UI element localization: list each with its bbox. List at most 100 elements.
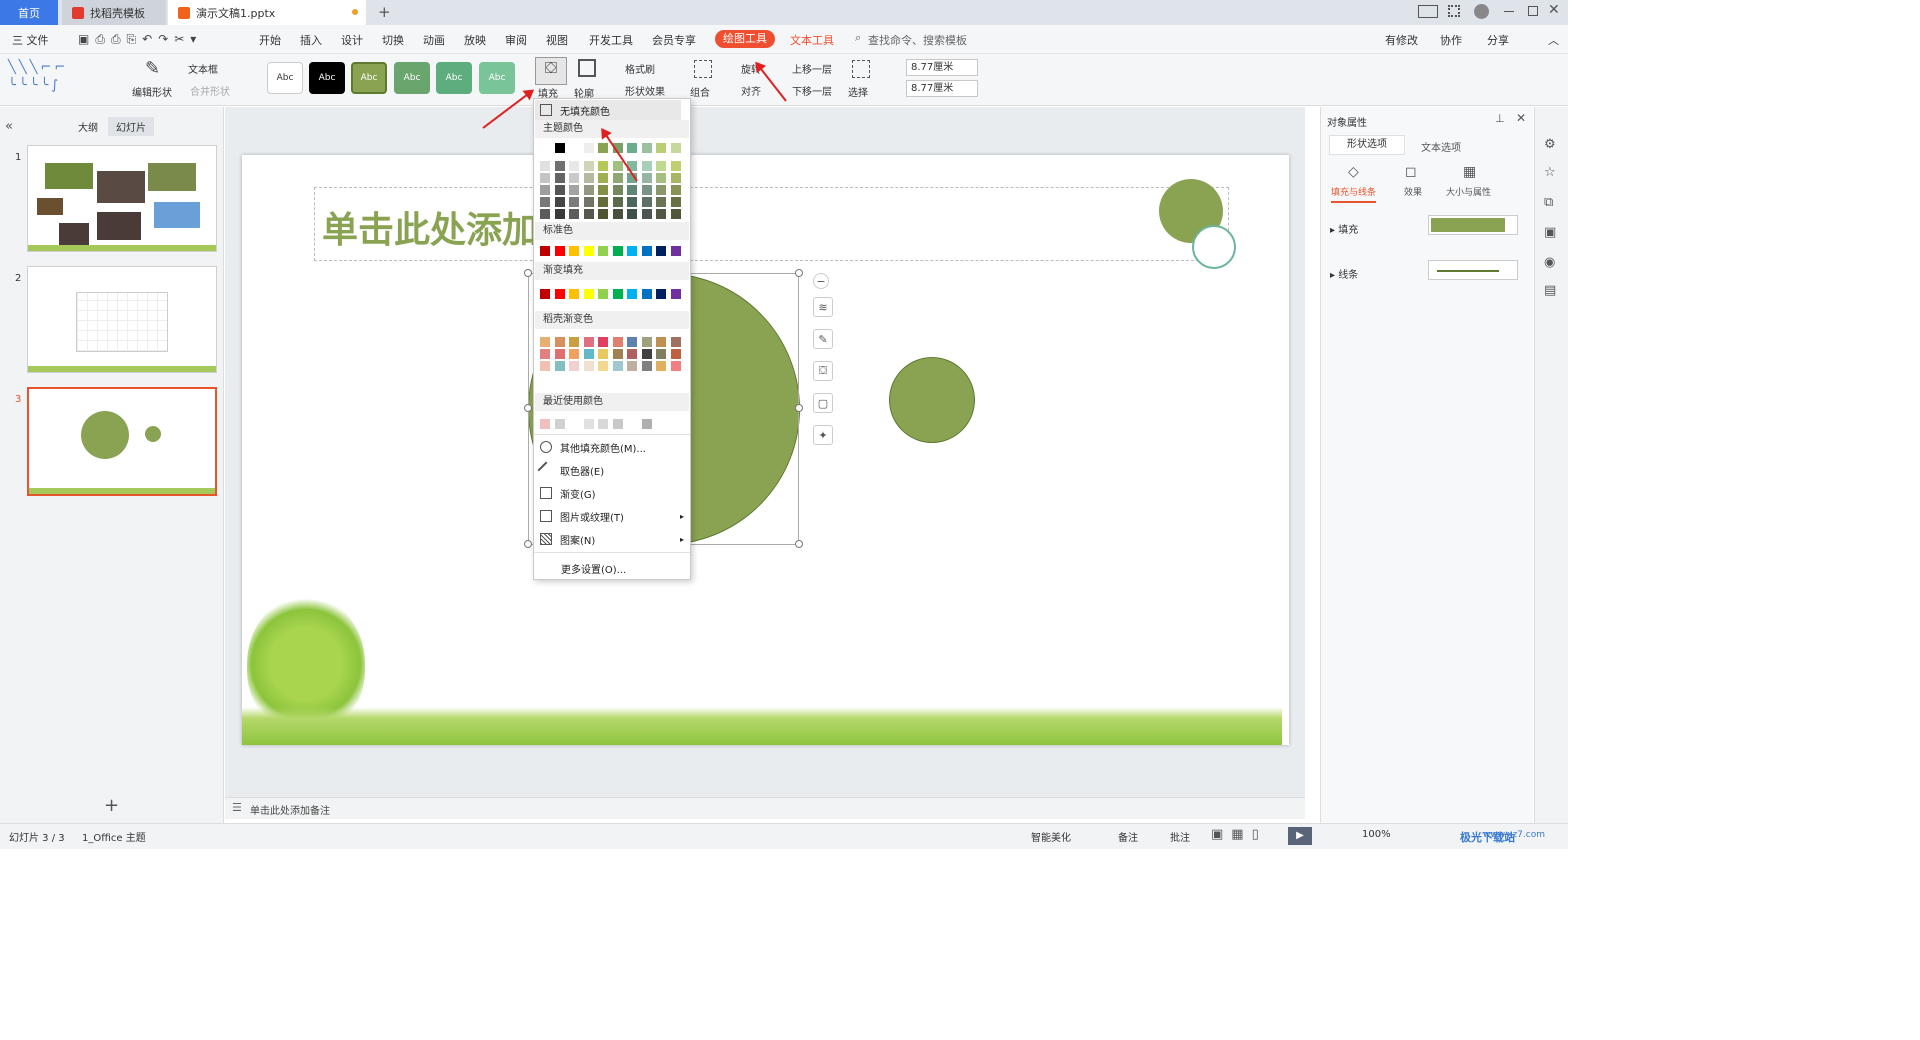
fill-bucket-icon[interactable]: ⛋ — [535, 57, 567, 85]
slides-tab[interactable]: 幻灯片 — [108, 117, 154, 136]
select-button[interactable]: 选择 — [848, 84, 868, 99]
color-swatch[interactable] — [641, 361, 652, 371]
subtab-effect[interactable]: 效果 — [1404, 185, 1422, 198]
color-swatch[interactable] — [627, 197, 637, 207]
color-swatch[interactable] — [627, 209, 637, 219]
color-swatch[interactable] — [641, 337, 652, 347]
view-mode-icons[interactable]: ▣▦▯ — [1211, 827, 1267, 842]
color-swatch[interactable] — [598, 361, 608, 371]
color-swatch[interactable] — [670, 246, 681, 256]
color-swatch[interactable] — [583, 143, 594, 153]
notes-bar[interactable]: ☰ 单击此处添加备注 — [225, 797, 1305, 819]
color-swatch[interactable] — [612, 185, 623, 195]
resize-handle[interactable] — [795, 269, 803, 277]
color-swatch[interactable] — [540, 161, 550, 171]
color-swatch[interactable] — [554, 173, 565, 183]
eyedropper-option[interactable]: 取色器(E) — [537, 460, 604, 480]
color-swatch[interactable] — [656, 337, 666, 347]
color-swatch[interactable] — [670, 337, 681, 347]
color-swatch[interactable] — [583, 361, 594, 371]
menu-member[interactable]: 会员专享 — [652, 32, 696, 48]
play-icon[interactable]: ▶ — [1288, 827, 1312, 845]
color-swatch[interactable] — [569, 246, 579, 256]
add-slide-button[interactable]: + — [104, 795, 119, 816]
properties-icon[interactable]: ⚙ — [1544, 137, 1556, 152]
slide-thumbnail-1[interactable] — [27, 145, 217, 252]
color-swatch[interactable] — [598, 143, 608, 153]
color-swatch[interactable] — [569, 289, 579, 299]
color-swatch[interactable] — [656, 197, 666, 207]
star-icon[interactable]: ☆ — [1544, 165, 1556, 180]
modified-button[interactable]: 有修改 — [1385, 32, 1418, 48]
tab-shape-options[interactable]: 形状选项 — [1329, 135, 1405, 155]
tab-text-options[interactable]: 文本选项 — [1421, 139, 1461, 154]
color-swatch[interactable] — [612, 337, 623, 347]
resize-handle[interactable] — [524, 540, 532, 548]
shape-gallery[interactable]: ╲╲╲⌐⌐ ╰╰╰╰∫ — [8, 59, 113, 97]
color-swatch[interactable] — [627, 289, 637, 299]
color-swatch[interactable] — [554, 419, 565, 429]
tab-template[interactable]: 找稻壳模板 — [62, 0, 166, 25]
color-swatch[interactable] — [612, 349, 623, 359]
color-swatch[interactable] — [569, 419, 579, 429]
color-swatch[interactable] — [540, 246, 550, 256]
color-swatch[interactable] — [569, 161, 579, 171]
color-swatch[interactable] — [583, 185, 594, 195]
pin-icon[interactable]: ⊥ — [1495, 112, 1505, 125]
color-swatch[interactable] — [554, 185, 565, 195]
fill-expander[interactable]: ▸ 填充 — [1330, 221, 1358, 236]
color-swatch[interactable] — [656, 246, 666, 256]
color-swatch[interactable] — [670, 143, 681, 153]
color-swatch[interactable] — [612, 209, 623, 219]
color-swatch[interactable] — [656, 185, 666, 195]
copy-icon[interactable]: ⧉ — [1544, 195, 1553, 210]
color-swatch[interactable] — [554, 197, 565, 207]
color-swatch[interactable] — [583, 349, 594, 359]
new-tab-button[interactable]: + — [378, 3, 391, 21]
color-swatch[interactable] — [569, 361, 579, 371]
restore-icon[interactable] — [1528, 6, 1538, 16]
color-swatch[interactable] — [569, 349, 579, 359]
bring-forward-button[interactable]: 上移一层 — [792, 61, 832, 76]
color-swatch[interactable] — [670, 161, 681, 171]
color-swatch[interactable] — [670, 197, 681, 207]
menu-drawing-tools[interactable]: 绘图工具 — [715, 30, 775, 48]
color-swatch[interactable] — [627, 349, 637, 359]
color-swatch[interactable] — [554, 161, 565, 171]
color-swatch[interactable] — [569, 337, 579, 347]
send-backward-button[interactable]: 下移一层 — [792, 83, 832, 98]
collapse-ribbon-icon[interactable]: ︿ — [1548, 32, 1559, 48]
color-swatch[interactable] — [554, 209, 565, 219]
color-swatch[interactable] — [641, 185, 652, 195]
shape-style-6[interactable]: Abc — [479, 62, 515, 94]
minimize-icon[interactable] — [1504, 11, 1514, 12]
location-icon[interactable]: ◉ — [1544, 255, 1555, 270]
slide-thumbnail-2[interactable] — [27, 266, 217, 373]
color-swatch[interactable] — [670, 349, 681, 359]
color-swatch[interactable] — [670, 173, 681, 183]
menu-view[interactable]: 视图 — [546, 32, 568, 48]
color-swatch[interactable] — [656, 161, 666, 171]
resize-handle[interactable] — [524, 404, 532, 412]
color-swatch[interactable] — [554, 143, 565, 153]
color-swatch[interactable] — [583, 246, 594, 256]
color-swatch[interactable] — [540, 361, 550, 371]
color-swatch[interactable] — [540, 197, 550, 207]
menu-insert[interactable]: 插入 — [300, 32, 322, 48]
color-swatch[interactable] — [598, 246, 608, 256]
color-swatch[interactable] — [641, 173, 652, 183]
color-swatch[interactable] — [641, 419, 652, 429]
menu-transition[interactable]: 切换 — [382, 32, 404, 48]
pen-icon[interactable]: ✎ — [813, 329, 833, 349]
color-swatch[interactable] — [612, 361, 623, 371]
outline-icon[interactable]: ▢ — [813, 393, 833, 413]
color-swatch[interactable] — [627, 361, 637, 371]
color-swatch[interactable] — [612, 161, 623, 171]
pattern-option[interactable]: 图案(N) ▸ — [540, 529, 684, 549]
book-icon[interactable]: ▤ — [1544, 283, 1556, 298]
menu-design[interactable]: 设计 — [341, 32, 363, 48]
format-brush-button[interactable]: 格式刷 — [625, 61, 655, 76]
color-swatch[interactable] — [598, 185, 608, 195]
color-swatch[interactable] — [540, 349, 550, 359]
color-swatch[interactable] — [641, 209, 652, 219]
